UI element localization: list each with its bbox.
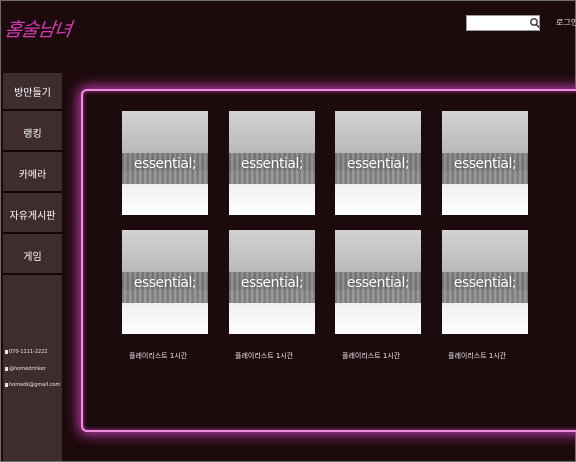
app-window: 홈술남녀 로그인 방만들기 랭킹 카메라 자유게시판 게임 070-1111-2… [0,0,576,462]
sidebar-item-free-board[interactable]: 자유게시판 [3,196,62,234]
playlist-card[interactable]: essential; [442,230,528,334]
login-link[interactable]: 로그인 [556,17,576,28]
site-logo[interactable]: 홈술남녀 [3,15,73,42]
playlist-card[interactable]: essential; [335,111,421,215]
playlist-caption[interactable]: 플레이리스트 1시간 [342,351,400,361]
cover-title: essential; [346,156,410,172]
playlist-card[interactable]: essential; [229,230,315,334]
contact-phone-text: 070-1111-2222 [9,349,48,355]
playlist-card[interactable]: essential; [442,111,528,215]
sidebar-item-game[interactable]: 게임 [3,237,62,275]
playlist-caption[interactable]: 플레이리스트 1시간 [448,351,506,361]
cover-title: essential; [346,275,410,291]
cover-title: essential; [133,156,197,172]
playlist-card[interactable]: essential; [122,230,208,334]
cover-title: essential; [240,156,304,172]
cover-title: essential; [133,275,197,291]
sidebar-item-create-room[interactable]: 방만들기 [3,73,62,111]
cover-title: essential; [240,275,304,291]
playlist-caption[interactable]: 플레이리스트 1시간 [235,351,293,361]
contact-email-text: homedk@gmail.com [9,382,61,388]
phone-icon [5,350,8,354]
instagram-icon [5,367,8,371]
playlist-card[interactable]: essential; [122,111,208,215]
mail-icon [5,383,8,387]
search-icon[interactable] [529,16,541,30]
contact-instagram-text: @homedrinker [9,366,46,372]
playlist-caption[interactable]: 플레이리스트 1시간 [129,351,187,361]
contact-phone: 070-1111-2222 [5,349,48,355]
playlist-card[interactable]: essential; [335,230,421,334]
sidebar-item-camera[interactable]: 카메라 [3,155,62,193]
sidebar: 방만들기 랭킹 카메라 자유게시판 게임 070-1111-2222 @home… [3,73,62,461]
sidebar-item-ranking[interactable]: 랭킹 [3,114,62,152]
playlist-card[interactable]: essential; [229,111,315,215]
contact-instagram: @homedrinker [5,366,46,372]
cover-title: essential; [453,275,517,291]
cover-title: essential; [453,156,517,172]
contact-email: homedk@gmail.com [5,382,60,388]
